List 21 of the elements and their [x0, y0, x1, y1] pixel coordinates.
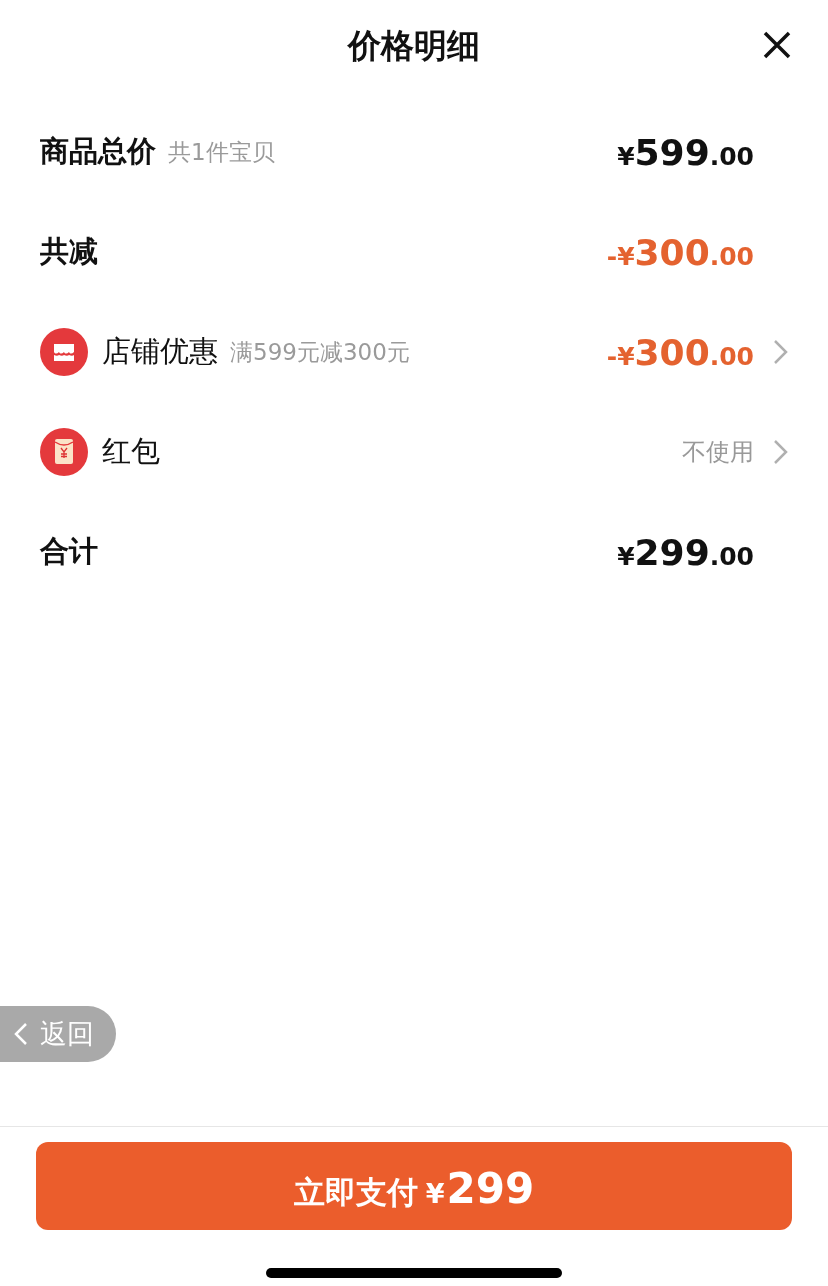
- row-note: 满599元减300元: [230, 337, 410, 367]
- option-value[interactable]: 不使用: [682, 436, 754, 468]
- close-icon[interactable]: [762, 30, 792, 60]
- chevron-right-icon: [772, 438, 790, 466]
- chevron-left-icon: [14, 1022, 28, 1046]
- row-label: 商品总价: [40, 133, 156, 170]
- sheet-title: 价格明细: [348, 24, 480, 67]
- price-text: ¥599.00: [617, 131, 754, 173]
- store-icon: [40, 328, 88, 376]
- chevron-right-icon: [772, 338, 790, 366]
- row-label: 共减: [40, 233, 98, 270]
- price-text: -¥300.00: [606, 331, 754, 373]
- envelope-icon: [40, 428, 88, 476]
- pay-button[interactable]: 立即支付 ¥299: [36, 1142, 792, 1230]
- row-label: 红包: [102, 433, 160, 470]
- row-label: 店铺优惠: [102, 333, 218, 370]
- price-text: ¥299.00: [617, 531, 754, 573]
- back-button[interactable]: 返回: [0, 1006, 116, 1062]
- price-text: -¥300.00: [606, 231, 754, 273]
- row-note: 共1件宝贝: [168, 137, 275, 167]
- row-label: 合计: [40, 533, 98, 570]
